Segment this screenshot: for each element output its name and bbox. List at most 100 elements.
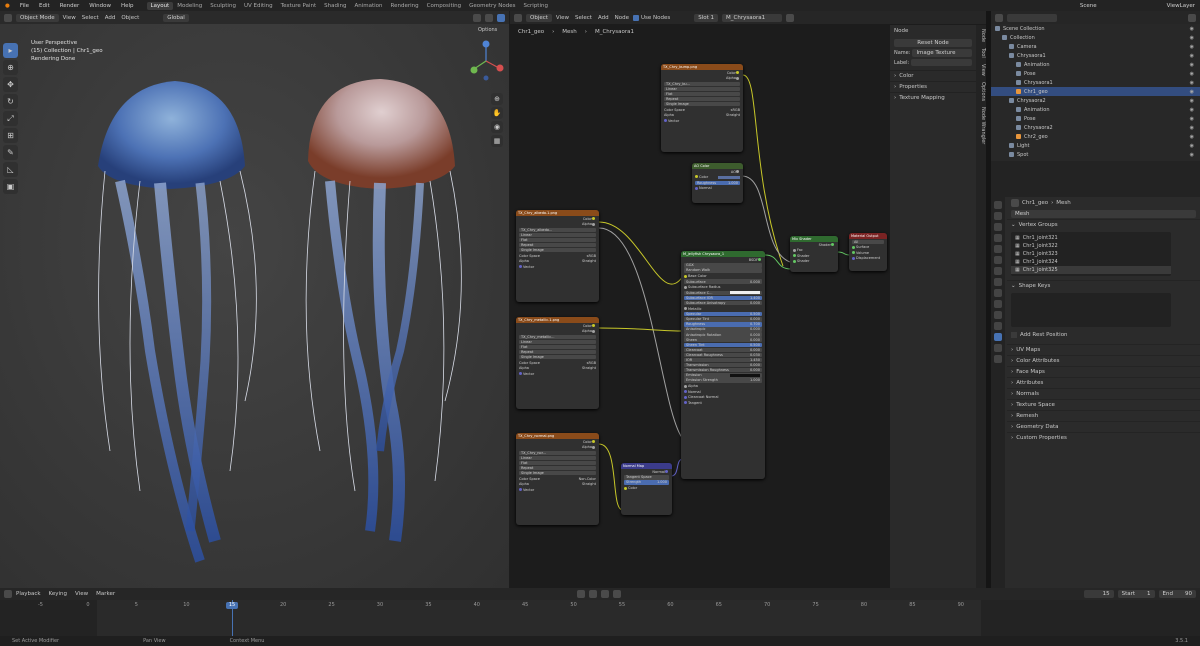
workspace-tab-shading[interactable]: Shading bbox=[320, 2, 350, 10]
interpolation-dropdown[interactable]: Linear bbox=[664, 86, 740, 92]
cursor-icon[interactable]: ⊕ bbox=[3, 60, 18, 75]
rotate-icon[interactable]: ↻ bbox=[3, 94, 18, 109]
filter-icon[interactable] bbox=[1188, 13, 1196, 22]
bsdf-field-value[interactable]: 0.000 bbox=[750, 327, 760, 331]
outliner-row[interactable]: Pose ◉ bbox=[991, 69, 1200, 78]
workspace-tab-scripting[interactable]: Scripting bbox=[520, 2, 552, 10]
bsdf-field-row[interactable]: Anisotropic Rotation 0.000 bbox=[684, 332, 762, 337]
bsdf-field-row[interactable]: Clearcoat 0.000 bbox=[684, 347, 762, 353]
target-dropdown[interactable]: All bbox=[852, 239, 884, 245]
socket-icon[interactable] bbox=[684, 285, 687, 289]
sidebar-tab-view[interactable]: View bbox=[976, 64, 986, 76]
socket-icon[interactable] bbox=[684, 274, 687, 278]
sidebar-panel-properties[interactable]: › Properties bbox=[890, 81, 976, 92]
reset-node-button[interactable]: Reset Node bbox=[894, 39, 972, 47]
visibility-eye-icon[interactable]: ◉ bbox=[1190, 71, 1194, 77]
colorspace-value[interactable]: sRGB bbox=[587, 254, 596, 258]
editor-type-icon[interactable] bbox=[4, 13, 12, 22]
sidebar-tab-node-wrangler[interactable]: Node Wrangler bbox=[976, 107, 986, 144]
bsdf-field-value[interactable]: 0.000 bbox=[750, 333, 760, 337]
properties-tab-scene-icon[interactable] bbox=[994, 245, 1002, 253]
strength-value[interactable]: 1.000 bbox=[657, 480, 667, 484]
shader-editor[interactable]: Object View Select Add Node Use Nodes Slot … bbox=[510, 11, 986, 588]
outliner-row[interactable]: Chr1_geo ◉ bbox=[991, 87, 1200, 96]
visibility-eye-icon[interactable]: ◉ bbox=[1190, 26, 1194, 32]
bsdf-field-value[interactable]: 0.500 bbox=[750, 343, 760, 347]
outliner-row[interactable]: Chrysaora1 ◉ bbox=[991, 78, 1200, 87]
outliner-row[interactable]: Collection ◉ bbox=[991, 33, 1200, 42]
vertex-group-item[interactable]: ▦ Chr1_joint321 bbox=[1011, 234, 1171, 242]
visibility-eye-icon[interactable]: ◉ bbox=[1190, 143, 1194, 149]
visibility-eye-icon[interactable]: ◉ bbox=[1190, 98, 1194, 104]
add-cube-icon[interactable]: ▣ bbox=[3, 179, 18, 194]
properties-tab-collection-icon[interactable] bbox=[994, 267, 1002, 275]
options-dropdown[interactable]: Options bbox=[478, 27, 497, 33]
panel-attributes[interactable]: › Attributes bbox=[1007, 377, 1200, 388]
color-swatch[interactable] bbox=[730, 373, 760, 377]
properties-tab-output-icon[interactable] bbox=[994, 223, 1002, 231]
outliner-row[interactable]: Scene Collection ◉ bbox=[991, 24, 1200, 33]
image-field[interactable]: TX_Chry_albedo... bbox=[519, 227, 596, 233]
properties-tab-object-icon[interactable] bbox=[994, 278, 1002, 286]
distribution-dropdown[interactable]: GGX bbox=[684, 263, 762, 268]
bsdf-field-row[interactable]: Anisotropic 0.000 bbox=[684, 327, 762, 332]
visibility-eye-icon[interactable]: ◉ bbox=[1190, 80, 1194, 86]
bsdf-field-row[interactable]: Subsurface 0.000 bbox=[684, 279, 762, 284]
viewport-menu-select[interactable]: Select bbox=[82, 15, 99, 21]
annotate-icon[interactable]: ✎ bbox=[3, 145, 18, 160]
name-field[interactable]: Image Texture bbox=[912, 49, 972, 57]
visibility-eye-icon[interactable]: ◉ bbox=[1190, 62, 1194, 68]
workspace-tab-compositing[interactable]: Compositing bbox=[423, 2, 465, 10]
projection-dropdown[interactable]: Flat bbox=[519, 460, 596, 466]
properties-tab-tool-icon[interactable] bbox=[994, 201, 1002, 209]
panel-normals[interactable]: › Normals bbox=[1007, 388, 1200, 399]
vertex-group-item[interactable]: ▦ Chr1_joint325 bbox=[1011, 266, 1171, 274]
socket-icon[interactable] bbox=[684, 390, 687, 393]
checkbox-icon[interactable] bbox=[1011, 331, 1017, 338]
source-dropdown[interactable]: Single Image bbox=[519, 247, 596, 253]
extension-dropdown[interactable]: Repeat bbox=[664, 96, 740, 102]
node-mix-shader[interactable]: Mix Shader Shader Fac Shader Shader bbox=[790, 236, 838, 272]
node-ao-color[interactable]: AO Color AO Color Roughness 1.000 Normal bbox=[692, 163, 743, 203]
outliner-row[interactable]: Light ◉ bbox=[991, 141, 1200, 150]
properties-tab-texture-icon[interactable] bbox=[994, 355, 1002, 363]
menu-file[interactable]: File bbox=[15, 3, 34, 9]
bsdf-field-value[interactable]: 1.450 bbox=[750, 358, 760, 362]
workspace-tab-uv-editing[interactable]: UV Editing bbox=[240, 2, 277, 10]
shading-material-icon[interactable] bbox=[497, 13, 505, 22]
alpha-value[interactable]: Straight bbox=[582, 482, 596, 486]
visibility-eye-icon[interactable]: ◉ bbox=[1190, 53, 1194, 59]
socket-icon[interactable] bbox=[684, 395, 687, 399]
menu-edit[interactable]: Edit bbox=[34, 3, 55, 9]
panel-texture-space[interactable]: › Texture Space bbox=[1007, 399, 1200, 410]
transform-icon[interactable]: ⊞ bbox=[3, 128, 18, 143]
visibility-eye-icon[interactable]: ◉ bbox=[1190, 107, 1194, 113]
bsdf-field-row[interactable]: Emission Strength 1.000 bbox=[684, 378, 762, 383]
properties-editor[interactable]: Chr1_geo › Mesh Mesh ⌄ Vertex Groups ▦ Chr1_… bbox=[991, 197, 1200, 588]
space-dropdown[interactable]: Tangent Space bbox=[624, 475, 669, 480]
bsdf-field-value[interactable]: 0.000 bbox=[750, 280, 760, 284]
bsdf-field-row[interactable]: IOR 1.450 bbox=[684, 357, 762, 363]
panel-color-attributes[interactable]: › Color Attributes bbox=[1007, 355, 1200, 366]
properties-tab-physics-icon[interactable] bbox=[994, 311, 1002, 319]
visibility-eye-icon[interactable]: ◉ bbox=[1190, 44, 1194, 50]
editor-type-icon[interactable] bbox=[995, 13, 1003, 22]
timeline[interactable]: Playback Keying View Marker 15 Start 1 End 90… bbox=[0, 588, 1200, 636]
source-dropdown[interactable]: Single Image bbox=[519, 470, 596, 476]
image-field[interactable]: TX_Chry_nor... bbox=[519, 450, 596, 456]
sidebar-tab-tool[interactable]: Tool bbox=[976, 48, 986, 58]
properties-tab-view-layer-icon[interactable] bbox=[994, 234, 1002, 242]
bsdf-field-value[interactable]: 0.700 bbox=[750, 322, 760, 326]
bsdf-field-value[interactable]: 0.030 bbox=[750, 353, 760, 357]
bsdf-field-row[interactable]: Roughness 0.700 bbox=[684, 322, 762, 327]
panel-custom-properties[interactable]: › Custom Properties bbox=[1007, 432, 1200, 443]
interpolation-dropdown[interactable]: Linear bbox=[519, 455, 596, 461]
shape-keys-list[interactable] bbox=[1011, 293, 1171, 327]
bsdf-field-row[interactable]: Specular Tint 0.000 bbox=[684, 317, 762, 322]
outliner-row[interactable]: Pose ◉ bbox=[991, 114, 1200, 123]
viewlayer-selector[interactable]: ViewLayer bbox=[1162, 3, 1200, 9]
color-swatch[interactable] bbox=[730, 291, 760, 295]
interpolation-dropdown[interactable]: Linear bbox=[519, 339, 596, 345]
vertex-group-item[interactable]: ▦ Chr1_joint324 bbox=[1011, 258, 1171, 266]
orientation-dropdown[interactable]: Global bbox=[163, 13, 189, 22]
